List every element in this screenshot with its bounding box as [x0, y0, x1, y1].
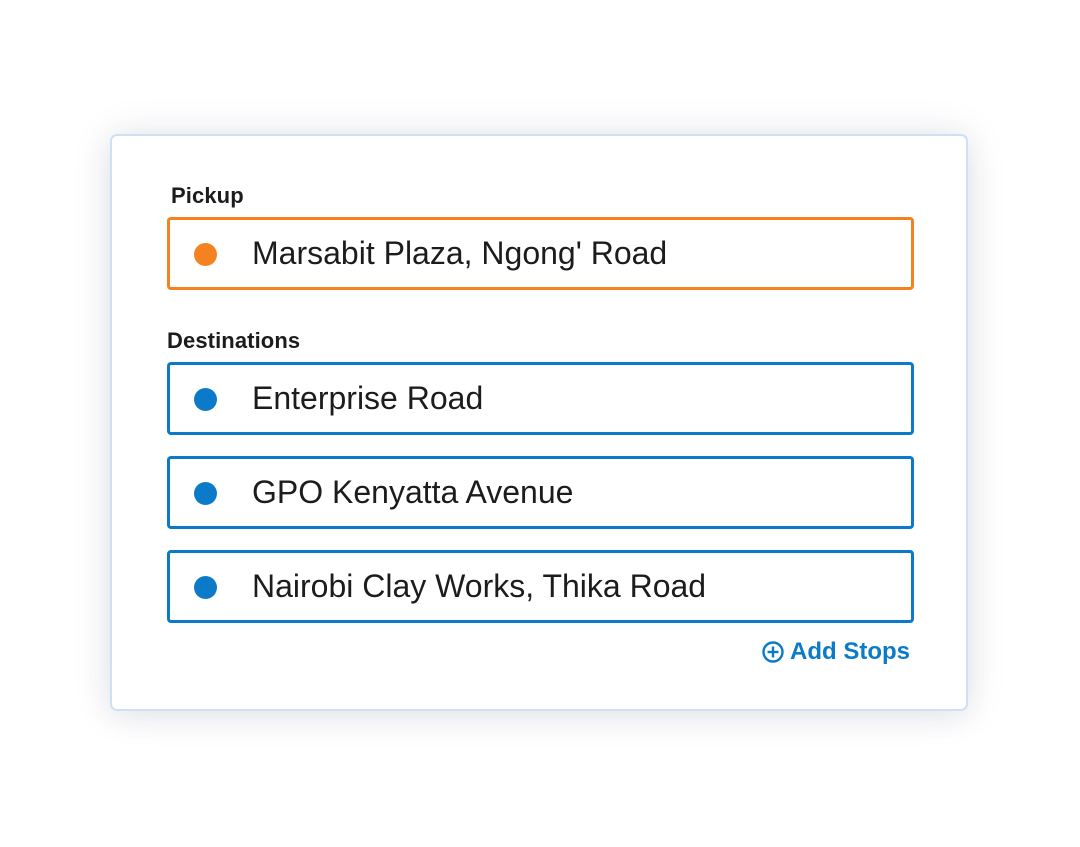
- pickup-value: Marsabit Plaza, Ngong' Road: [252, 235, 668, 271]
- destination-marker-icon: [194, 576, 217, 599]
- add-stops-label: Add Stops: [790, 638, 910, 665]
- destinations-label: Destinations: [167, 328, 301, 353]
- add-stops-button[interactable]: Add Stops: [762, 638, 910, 666]
- pickup-field[interactable]: Marsabit Plaza, Ngong' Road: [167, 217, 914, 290]
- plus-circle-icon: [762, 641, 784, 663]
- destination-value: GPO Kenyatta Avenue: [252, 474, 574, 510]
- destination-value: Nairobi Clay Works, Thika Road: [252, 568, 707, 604]
- destination-field-2[interactable]: GPO Kenyatta Avenue: [167, 456, 914, 529]
- destination-field-1[interactable]: Enterprise Road: [167, 362, 914, 435]
- pickup-label: Pickup: [171, 183, 244, 208]
- destination-marker-icon: [194, 482, 217, 505]
- route-card: Pickup Marsabit Plaza, Ngong' Road Desti…: [110, 134, 968, 711]
- destination-marker-icon: [194, 388, 217, 411]
- pickup-marker-icon: [194, 243, 217, 266]
- destination-value: Enterprise Road: [252, 380, 484, 416]
- destination-field-3[interactable]: Nairobi Clay Works, Thika Road: [167, 550, 914, 623]
